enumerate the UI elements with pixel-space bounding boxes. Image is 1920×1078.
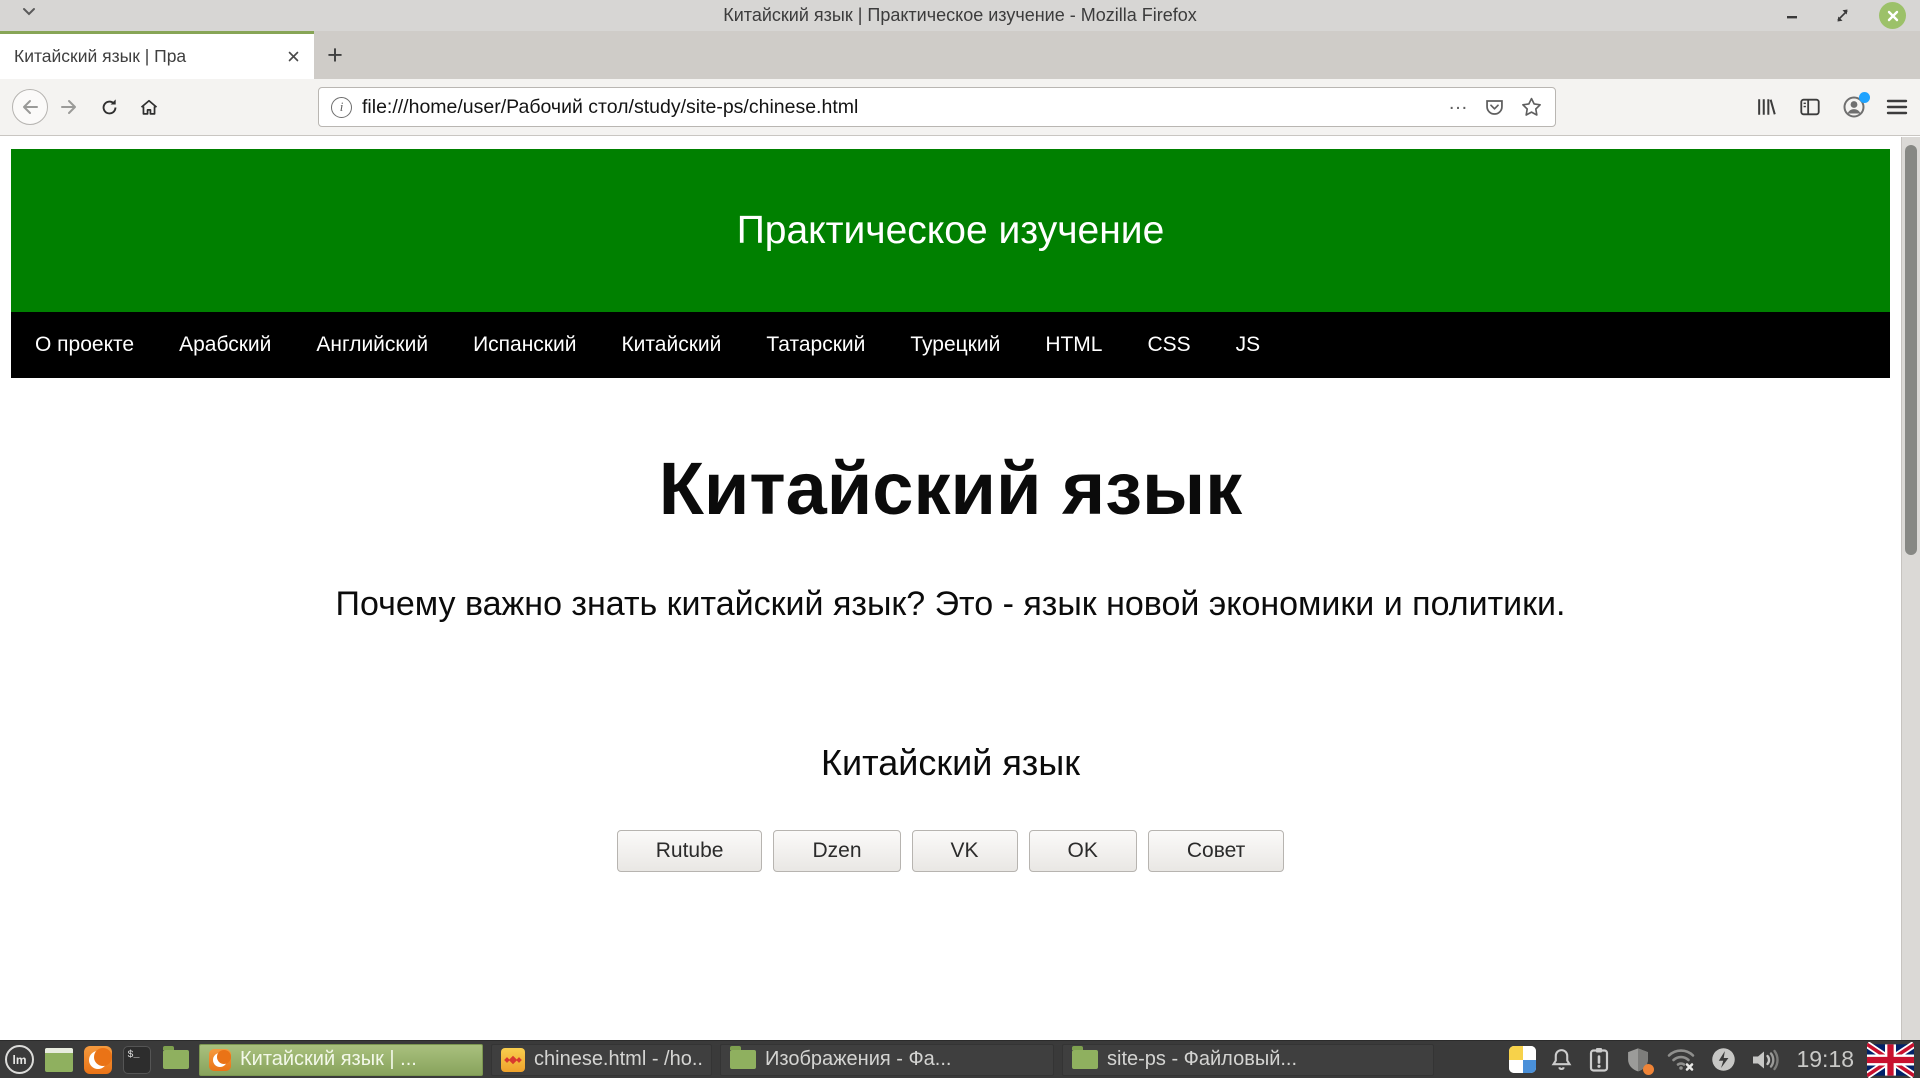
scrollbar[interactable] [1901, 137, 1920, 1040]
show-desktop-button[interactable] [43, 1044, 74, 1075]
nav-item-chinese[interactable]: Китайский [621, 333, 721, 357]
page-actions-icon[interactable]: … [1448, 93, 1469, 116]
terminal-icon: $_ [122, 1045, 151, 1074]
nav-item-js[interactable]: JS [1236, 333, 1261, 357]
folder-icon [730, 1046, 756, 1069]
back-button[interactable] [12, 89, 48, 125]
nav-item-css[interactable]: CSS [1147, 333, 1190, 357]
page-title: Китайский язык [658, 447, 1243, 530]
page-nav: О проекте Арабский Английский Испанский … [11, 312, 1890, 378]
text-editor-icon [501, 1047, 525, 1072]
toolbar-right-icons [1755, 92, 1908, 119]
page-banner: Практическое изучение [11, 149, 1890, 312]
task-label: Изображения - Фа... [765, 1048, 952, 1070]
taskbar-window-siteps[interactable]: site-ps - Файловый... [1062, 1043, 1434, 1076]
nav-item-english[interactable]: Английский [316, 333, 428, 357]
navigation-toolbar: i file:///home/user/Рабочий стол/study/s… [0, 79, 1920, 136]
tab-title: Китайский язык | Пра [14, 46, 282, 67]
tab-chinese[interactable]: Китайский язык | Пра [0, 31, 314, 79]
file-manager-launcher[interactable] [160, 1044, 191, 1075]
bookmark-star-icon[interactable] [1520, 96, 1543, 118]
page-intro-text: Почему важно знать китайский язык? Это -… [335, 585, 1566, 624]
vk-button[interactable]: VK [911, 830, 1018, 873]
library-icon[interactable] [1755, 96, 1778, 118]
firefox-launcher[interactable] [82, 1044, 113, 1075]
update-manager-icon[interactable] [1587, 1046, 1611, 1073]
desktop-icon [44, 1047, 73, 1072]
link-button-row: Rutube Dzen VK OK Совет [0, 830, 1901, 873]
firewall-shield-icon[interactable] [1624, 1046, 1655, 1075]
dzen-button[interactable]: Dzen [773, 830, 901, 873]
pocket-icon[interactable] [1483, 97, 1506, 118]
folder-icon [162, 1046, 189, 1069]
minimize-button[interactable] [1779, 3, 1805, 29]
volume-icon[interactable] [1750, 1047, 1780, 1073]
power-manager-icon[interactable] [1710, 1046, 1737, 1073]
shield-status-dot [1643, 1063, 1655, 1075]
color-quadrant-icon[interactable] [1509, 1046, 1537, 1073]
nav-item-about[interactable]: О проекте [35, 333, 134, 357]
info-icon[interactable]: i [331, 96, 352, 118]
firefox-icon [83, 1045, 112, 1074]
nav-item-spanish[interactable]: Испанский [473, 333, 576, 357]
system-tray: 19:18 [1509, 1041, 1916, 1078]
nav-item-turkish[interactable]: Турецкий [910, 333, 1000, 357]
taskbar-window-editor[interactable]: chinese.html - /ho... [491, 1043, 712, 1076]
terminal-launcher[interactable]: $_ [121, 1044, 152, 1075]
url-bar[interactable]: i file:///home/user/Рабочий стол/study/s… [318, 87, 1556, 127]
web-page: Практическое изучение О проекте Арабский… [0, 149, 1901, 873]
reload-icon[interactable] [92, 90, 126, 124]
task-label: Китайский язык | ... [240, 1048, 417, 1070]
nav-item-html[interactable]: HTML [1045, 333, 1102, 357]
clock[interactable]: 19:18 [1796, 1046, 1854, 1073]
banner-title: Практическое изучение [736, 208, 1165, 252]
home-icon[interactable] [132, 90, 166, 124]
notifications-bell-icon[interactable] [1549, 1047, 1574, 1073]
window-titlebar: Китайский язык | Практическое изучение -… [0, 0, 1920, 31]
nav-item-arabic[interactable]: Арабский [179, 333, 271, 357]
account-icon[interactable] [1842, 92, 1870, 119]
keyboard-layout-flag-icon[interactable] [1867, 1041, 1914, 1078]
taskbar-window-firefox[interactable]: Китайский язык | ... [199, 1043, 483, 1076]
task-label: chinese.html - /ho... [534, 1048, 702, 1070]
task-label: site-ps - Файловый... [1107, 1048, 1298, 1070]
mint-logo-icon: lm [5, 1045, 34, 1074]
firefox-icon [209, 1048, 231, 1071]
sidebar-icon[interactable] [1798, 96, 1822, 118]
close-button[interactable] [1879, 2, 1906, 29]
sovet-button[interactable]: Совет [1147, 830, 1285, 873]
rutube-button[interactable]: Rutube [616, 830, 763, 873]
tab-bar: Китайский язык | Пра + [0, 31, 1920, 79]
network-disconnected-icon[interactable] [1665, 1046, 1697, 1073]
mint-menu-button[interactable]: lm [4, 1044, 35, 1075]
ok-button[interactable]: OK [1028, 830, 1137, 873]
taskbar: lm $_ Китайский язык | ... chinese.html … [0, 1040, 1920, 1078]
scrollbar-thumb[interactable] [1905, 145, 1917, 555]
window-title: Китайский язык | Практическое изучение -… [723, 5, 1197, 25]
browser-viewport: Практическое изучение О проекте Арабский… [0, 137, 1920, 1040]
folder-icon [1072, 1046, 1098, 1069]
notification-dot [1859, 92, 1870, 103]
menu-icon[interactable] [1886, 98, 1908, 116]
tab-close-icon[interactable] [282, 46, 304, 68]
url-text[interactable]: file:///home/user/Рабочий стол/study/sit… [362, 96, 1438, 119]
page-subheading: Китайский язык [821, 742, 1080, 784]
window-controls [1779, 0, 1906, 31]
maximize-button[interactable] [1829, 3, 1855, 29]
taskbar-window-images[interactable]: Изображения - Фа... [720, 1043, 1054, 1076]
new-tab-button[interactable]: + [314, 31, 356, 79]
nav-item-tatar[interactable]: Татарский [766, 333, 865, 357]
url-actions: … [1448, 93, 1543, 118]
forward-button[interactable] [52, 90, 86, 124]
